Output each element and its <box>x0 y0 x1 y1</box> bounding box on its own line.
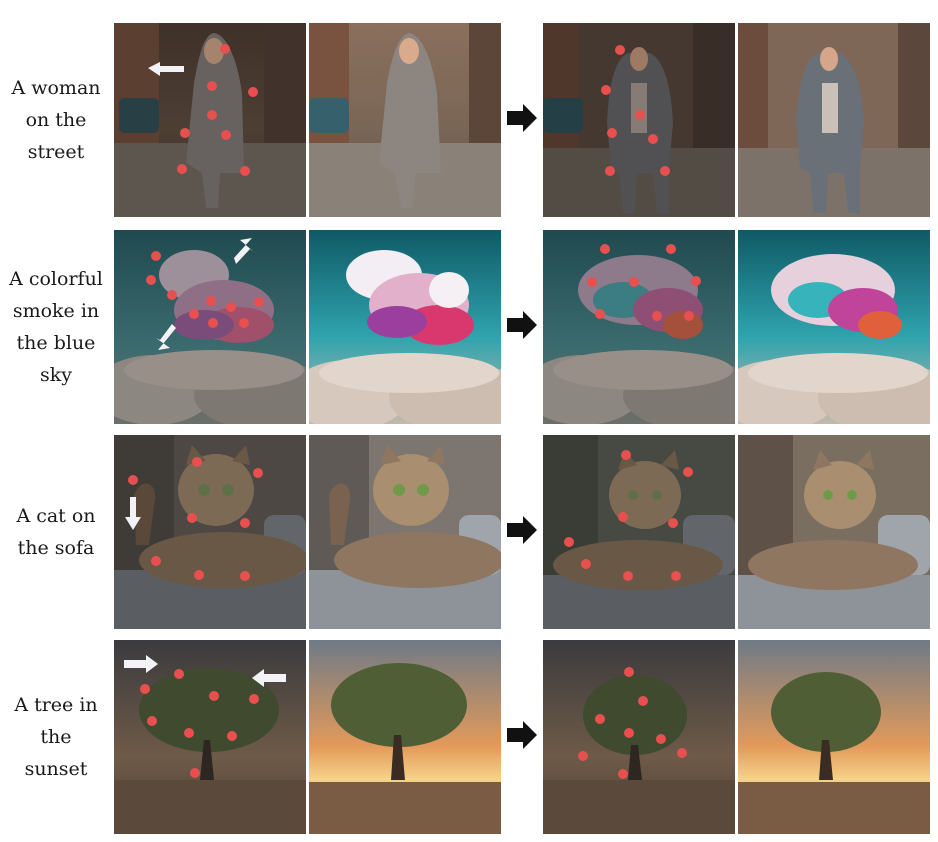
caption-line: sunset <box>24 758 88 780</box>
result-image-with-points <box>543 640 735 834</box>
row-caption: A cat on the sofa <box>0 435 112 629</box>
caption-line: smoke in <box>12 300 100 322</box>
source-image <box>309 640 501 834</box>
example-row-cat: A cat on the sofa <box>0 435 938 629</box>
caption-line: on the <box>25 109 87 131</box>
example-row-smoke: A colorful smoke in the blue sky <box>0 230 938 424</box>
example-row-tree: A tree in the sunset <box>0 640 938 834</box>
result-image <box>738 435 930 629</box>
result-image <box>738 23 930 217</box>
source-image <box>309 435 501 629</box>
flow-arrow-icon <box>505 718 539 752</box>
flow-arrow-icon <box>505 513 539 547</box>
caption-line: A woman <box>11 77 101 99</box>
caption-line: sky <box>39 364 72 386</box>
source-image-with-points <box>114 230 306 424</box>
source-image-with-points <box>114 23 306 217</box>
example-row-woman: A woman on the street <box>0 23 938 217</box>
flow-arrow-icon <box>505 101 539 135</box>
caption-line: street <box>27 141 85 163</box>
caption-line: the <box>40 726 72 748</box>
caption-line: A cat on <box>16 505 96 527</box>
result-image-with-points <box>543 435 735 629</box>
result-image <box>738 640 930 834</box>
source-image-with-points <box>114 640 306 834</box>
result-image <box>738 230 930 424</box>
row-caption: A colorful smoke in the blue sky <box>0 230 112 424</box>
result-image-with-points <box>543 230 735 424</box>
caption-line: the blue <box>16 332 96 354</box>
flow-arrow-icon <box>505 308 539 342</box>
source-image <box>309 230 501 424</box>
source-image-with-points <box>114 435 306 629</box>
caption-line: the sofa <box>17 537 95 559</box>
source-image <box>309 23 501 217</box>
row-caption: A tree in the sunset <box>0 640 112 834</box>
result-image-with-points <box>543 23 735 217</box>
caption-line: A colorful <box>9 268 103 290</box>
caption-line: A tree in <box>14 694 98 716</box>
row-caption: A woman on the street <box>0 23 112 217</box>
